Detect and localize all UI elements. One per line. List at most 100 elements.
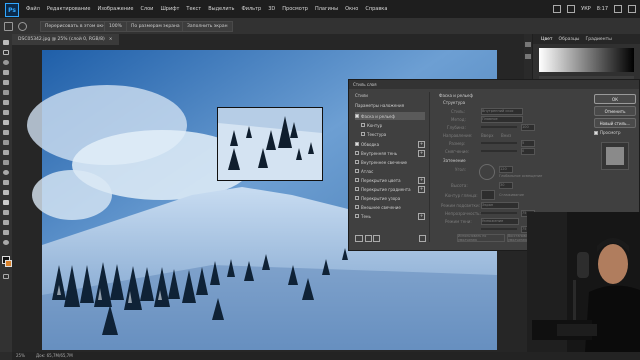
- path-select-tool-icon[interactable]: [3, 210, 9, 215]
- style-item-stroke[interactable]: Обводка: [355, 140, 425, 148]
- global-light-checkbox[interactable]: Глобальное освещение: [499, 173, 542, 179]
- lasso-tool-icon[interactable]: [3, 60, 9, 65]
- antialias-checkbox[interactable]: Сглаживание: [499, 192, 524, 198]
- menu-filter[interactable]: Фильтр: [241, 6, 261, 12]
- highlight-mode-select[interactable]: Экран: [481, 202, 519, 209]
- checkbox[interactable]: [355, 160, 359, 164]
- checkbox[interactable]: [355, 196, 359, 200]
- zoom-tool-icon[interactable]: [3, 240, 9, 245]
- size-slider[interactable]: [481, 142, 517, 144]
- quick-select-tool-icon[interactable]: [3, 70, 9, 75]
- highlight-opacity-slider[interactable]: [481, 212, 517, 214]
- style-item-color-overlay[interactable]: Перекрытие цвета: [355, 176, 425, 184]
- quick-mask-icon[interactable]: [3, 274, 9, 279]
- language-indicator[interactable]: УКР: [581, 6, 591, 12]
- soften-slider[interactable]: [481, 150, 517, 152]
- blur-tool-icon[interactable]: [3, 170, 9, 175]
- eraser-tool-icon[interactable]: [3, 150, 9, 155]
- background-color-swatch[interactable]: [5, 260, 12, 267]
- direction-up[interactable]: Вверх: [481, 132, 493, 138]
- styles-header[interactable]: Стили: [355, 93, 368, 98]
- zoom-100-button[interactable]: 100%: [104, 21, 127, 32]
- hand-tool-sidebar-icon[interactable]: [3, 230, 9, 235]
- menu-text[interactable]: Текст: [186, 6, 201, 12]
- checkbox[interactable]: [361, 123, 365, 127]
- menu-edit[interactable]: Редактирование: [47, 6, 91, 12]
- checkbox[interactable]: [355, 114, 359, 118]
- menu-select[interactable]: Выделить: [208, 6, 234, 12]
- scroll-all-windows-button[interactable]: Перерисовать в этом окне: [40, 21, 113, 32]
- trash-icon[interactable]: [419, 235, 426, 242]
- style-item-drop-shadow[interactable]: Тень: [355, 212, 425, 220]
- checkbox[interactable]: [355, 142, 359, 146]
- menu-image[interactable]: Изображение: [97, 6, 133, 12]
- shadow-mode-select[interactable]: Умножение: [481, 218, 519, 225]
- add-color-overlay-icon[interactable]: +: [418, 177, 425, 184]
- depth-input[interactable]: 100: [521, 124, 535, 131]
- history-panel-icon[interactable]: [525, 42, 531, 47]
- stamp-tool-icon[interactable]: [3, 130, 9, 135]
- healing-brush-tool-icon[interactable]: [3, 110, 9, 115]
- style-item-contour[interactable]: Контур: [361, 121, 431, 129]
- style-item-inner-glow[interactable]: Внутреннее свечение: [355, 158, 425, 166]
- tab-gradients[interactable]: Градиенты: [586, 37, 612, 42]
- tab-color[interactable]: Цвет: [541, 37, 553, 42]
- brush-tool-icon[interactable]: [3, 120, 9, 125]
- menu-view[interactable]: Просмотр: [282, 6, 308, 12]
- fx-icon[interactable]: [355, 235, 363, 242]
- style-item-satin[interactable]: Атлас: [355, 167, 425, 175]
- add-gradient-overlay-icon[interactable]: +: [418, 186, 425, 193]
- new-style-button[interactable]: Новый стиль...: [594, 118, 636, 128]
- document-tab[interactable]: DSC05342.jpg @ 25% (слой 0, RGB/8) ×: [12, 34, 119, 45]
- menu-window[interactable]: Окно: [345, 6, 358, 12]
- depth-slider[interactable]: [481, 126, 517, 128]
- checkbox[interactable]: [355, 169, 359, 173]
- checkbox[interactable]: [355, 187, 359, 191]
- crop-tool-icon[interactable]: [3, 80, 9, 85]
- tab-swatches[interactable]: Образцы: [559, 37, 580, 42]
- style-item-bevel[interactable]: Фаска и рельеф: [355, 112, 425, 120]
- cancel-button[interactable]: Отменить: [594, 106, 636, 116]
- style-item-inner-shadow[interactable]: Внутренняя тень: [355, 149, 425, 157]
- hand-tool-icon[interactable]: [18, 22, 27, 31]
- volume-icon[interactable]: [567, 5, 576, 13]
- menu-type[interactable]: Шрифт: [160, 6, 179, 12]
- type-tool-icon[interactable]: [3, 200, 9, 205]
- angle-dial-icon[interactable]: [479, 164, 495, 180]
- checkbox[interactable]: [355, 151, 359, 155]
- move-up-icon[interactable]: [365, 235, 372, 242]
- checkbox[interactable]: [355, 205, 359, 209]
- add-inner-shadow-icon[interactable]: +: [418, 150, 425, 157]
- style-item-outer-glow[interactable]: Внешнее свечение: [355, 203, 425, 211]
- add-stroke-icon[interactable]: +: [418, 141, 425, 148]
- menu-help[interactable]: Справка: [365, 6, 387, 12]
- home-icon[interactable]: [4, 22, 13, 31]
- close-icon[interactable]: [628, 5, 636, 13]
- properties-panel-icon[interactable]: [525, 54, 531, 59]
- ok-button[interactable]: ОК: [594, 94, 636, 104]
- altitude-input[interactable]: 30: [499, 182, 513, 189]
- color-spectrum[interactable]: [539, 48, 634, 72]
- make-default-button[interactable]: Использовать по умолчанию: [457, 234, 505, 242]
- direction-down[interactable]: Вниз: [501, 132, 511, 138]
- style-item-pattern-overlay[interactable]: Перекрытие узора: [355, 194, 425, 202]
- style-select[interactable]: Внутренний скос: [481, 108, 523, 115]
- wifi-icon[interactable]: [553, 5, 562, 13]
- menu-3d[interactable]: 3D: [268, 6, 275, 12]
- marquee-tool-icon[interactable]: [3, 50, 9, 55]
- style-item-gradient-overlay[interactable]: Перекрытие градиента: [355, 185, 425, 193]
- angle-input[interactable]: 120: [499, 166, 513, 173]
- photoshop-logo-icon[interactable]: Ps: [5, 3, 19, 17]
- shadow-opacity-slider[interactable]: [481, 228, 517, 230]
- menu-layers[interactable]: Слои: [140, 6, 153, 12]
- style-item-texture[interactable]: Текстура: [361, 130, 431, 138]
- gradient-tool-icon[interactable]: [3, 160, 9, 165]
- checkbox[interactable]: [361, 132, 365, 136]
- blending-options[interactable]: Параметры наложения: [355, 103, 404, 108]
- dodge-tool-icon[interactable]: [3, 180, 9, 185]
- menu-file[interactable]: Файл: [26, 6, 40, 12]
- move-down-icon[interactable]: [373, 235, 380, 242]
- preview-checkbox[interactable]: Просмотр: [594, 130, 621, 135]
- menu-plugins[interactable]: Плагины: [315, 6, 338, 12]
- close-tab-icon[interactable]: ×: [109, 37, 113, 42]
